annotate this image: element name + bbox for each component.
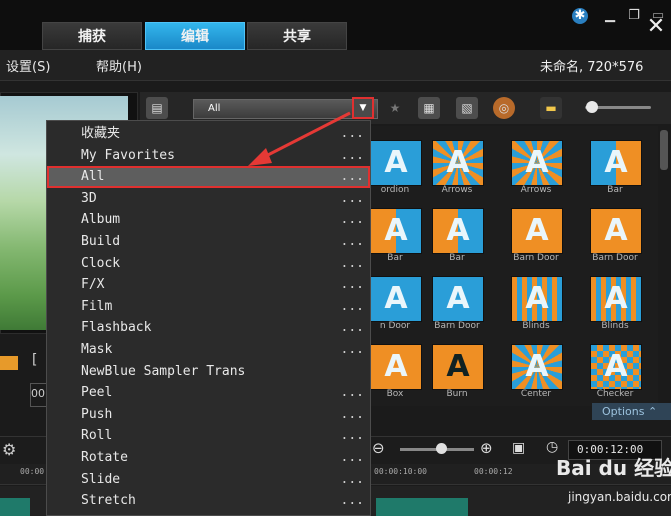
transition-thumb[interactable]: A: [511, 344, 563, 390]
bracket-icon[interactable]: [: [32, 352, 37, 368]
dropdown-item[interactable]: Mask...: [47, 339, 370, 361]
transition-label: Blinds: [522, 321, 550, 331]
tab-share[interactable]: 共享: [247, 22, 347, 50]
transition-thumb[interactable]: A: [370, 344, 422, 390]
tab-capture[interactable]: 捕获: [42, 22, 142, 50]
transition-grid: A A A A ordion Arrows Arrows Bar A A A A…: [370, 126, 658, 406]
transition-label: Barn Door: [434, 321, 480, 331]
dropdown-item[interactable]: Rotate...: [47, 447, 370, 469]
media-library-icon[interactable]: ▤: [146, 97, 168, 119]
dropdown-item[interactable]: Slide...: [47, 469, 370, 491]
menu-help[interactable]: 帮助(H): [96, 56, 142, 75]
grid-scrollbar[interactable]: [660, 130, 668, 170]
dropdown-item[interactable]: 3D...: [47, 188, 370, 210]
ruler-label: 00:00:10:00: [374, 467, 427, 476]
baidu-watermark: Bai du 经验: [556, 456, 671, 480]
project-info: 未命名, 720*576: [540, 60, 644, 75]
dropdown-item[interactable]: Push...: [47, 404, 370, 426]
menu-settings[interactable]: 设置(S): [6, 56, 50, 75]
dropdown-item-selected[interactable]: All...: [47, 166, 370, 188]
transition-thumb[interactable]: A: [432, 344, 484, 390]
apply-video-icon[interactable]: ▦: [418, 97, 440, 119]
timeline-clip[interactable]: [0, 498, 30, 516]
dropdown-item[interactable]: Stretch...: [47, 490, 370, 512]
transition-label: Arrows: [441, 185, 473, 195]
dropdown-item[interactable]: My Favorites...: [47, 145, 370, 167]
transition-thumb[interactable]: A: [370, 208, 422, 254]
view-mode-icon[interactable]: ▬: [540, 97, 562, 119]
dropdown-item[interactable]: Clock...: [47, 253, 370, 275]
zoom-knob[interactable]: [436, 443, 447, 454]
transition-thumb[interactable]: A: [590, 344, 642, 390]
help-globe-icon[interactable]: ✱: [572, 8, 588, 24]
storyboard-icon[interactable]: ⚙: [2, 440, 16, 459]
transition-label: Bar: [607, 185, 623, 195]
transition-thumb[interactable]: A: [432, 140, 484, 186]
chevron-up-icon: ⌃: [647, 405, 658, 418]
transition-label: Arrows: [520, 185, 552, 195]
restore-icon[interactable]: ❐: [626, 8, 642, 24]
options-label: Options: [602, 405, 645, 418]
dropdown-item[interactable]: Roll...: [47, 425, 370, 447]
timeline-clip[interactable]: [376, 498, 468, 516]
apply-audio-icon[interactable]: ◎: [493, 97, 515, 119]
transition-thumb[interactable]: A: [511, 208, 563, 254]
category-dropdown-list: 收藏夹... My Favorites... All... 3D... Albu…: [46, 120, 371, 516]
transition-label: Bar: [449, 253, 465, 263]
transition-thumb[interactable]: A: [432, 276, 484, 322]
transition-thumb[interactable]: A: [432, 208, 484, 254]
fit-project-icon[interactable]: ▣: [512, 440, 525, 456]
dropdown-item[interactable]: 收藏夹...: [47, 123, 370, 145]
transition-label: Barn Door: [513, 253, 559, 263]
chevron-down-icon[interactable]: ▼: [352, 97, 374, 119]
minimize-icon[interactable]: ▁: [602, 8, 618, 24]
zoom-in-icon[interactable]: ⊕: [480, 439, 493, 457]
transition-thumb[interactable]: A: [511, 276, 563, 322]
transition-thumb[interactable]: A: [590, 276, 642, 322]
dropdown-item[interactable]: Build...: [47, 231, 370, 253]
transition-thumb[interactable]: A: [590, 208, 642, 254]
transition-thumb[interactable]: A: [590, 140, 642, 186]
close-button[interactable]: ✕: [646, 14, 666, 40]
apply-random-icon[interactable]: ▧: [456, 97, 478, 119]
transition-label: Blinds: [601, 321, 629, 331]
zoom-out-icon[interactable]: ⊖: [372, 439, 385, 457]
dropdown-item[interactable]: Peel...: [47, 382, 370, 404]
dropdown-item[interactable]: F/X...: [47, 274, 370, 296]
transition-thumb[interactable]: A: [370, 140, 422, 186]
thumbnail-size-knob[interactable]: [586, 101, 598, 113]
transition-label: Barn Door: [592, 253, 638, 263]
dropdown-item[interactable]: NewBlue Sampler Trans: [47, 361, 370, 383]
dropdown-item[interactable]: Album...: [47, 209, 370, 231]
transition-label: Center: [520, 389, 552, 399]
baidu-watermark-url: jingyan.baidu.com: [568, 490, 671, 504]
ruler-label: 00:00:12: [474, 467, 513, 476]
dropdown-item[interactable]: Flashback...: [47, 317, 370, 339]
transition-thumb[interactable]: A: [370, 276, 422, 322]
tab-edit[interactable]: 编辑: [145, 22, 245, 50]
transition-thumb[interactable]: A: [511, 140, 563, 186]
mark-in-icon[interactable]: [0, 356, 18, 370]
dropdown-item[interactable]: Film...: [47, 296, 370, 318]
add-favorite-icon[interactable]: ★: [384, 97, 406, 119]
ruler-label: 00:00: [20, 467, 45, 476]
transition-label: Checker: [596, 389, 634, 399]
category-select[interactable]: All: [193, 99, 378, 119]
options-button[interactable]: Options ⌃: [592, 403, 671, 420]
transition-label: Burn: [446, 389, 468, 399]
